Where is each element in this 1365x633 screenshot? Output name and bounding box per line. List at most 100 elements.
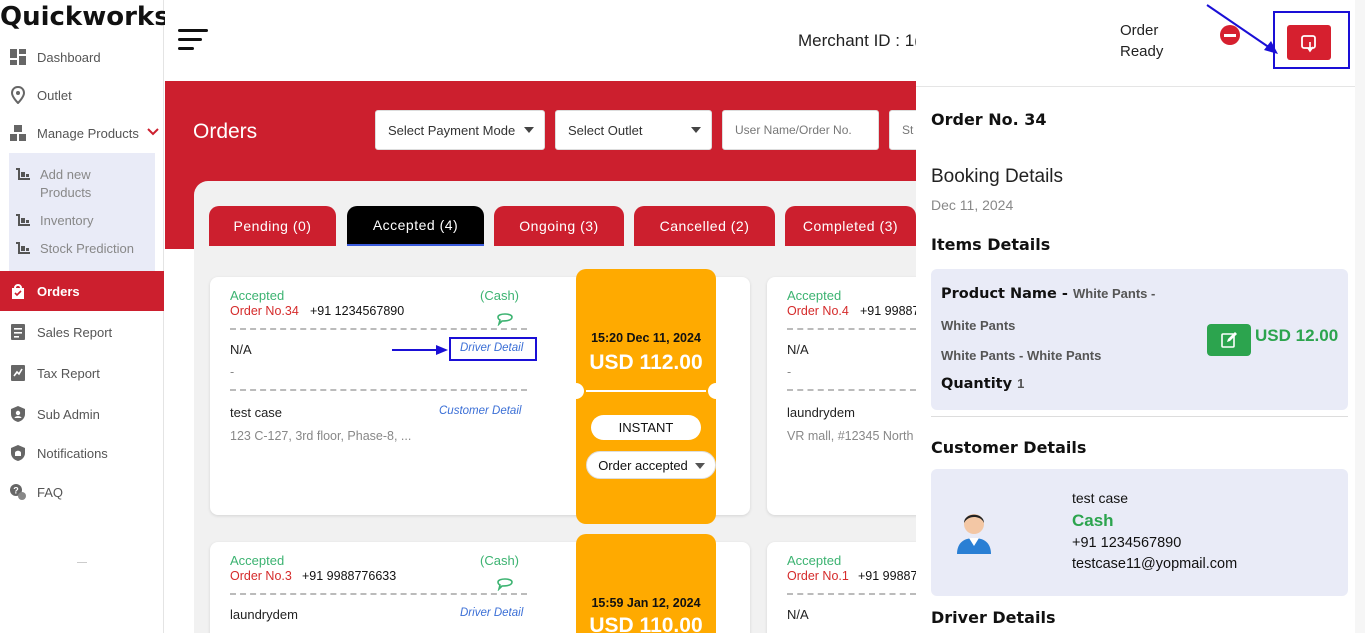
ticket-divider — [586, 390, 706, 392]
order-status: Accepted — [787, 288, 842, 303]
edit-icon — [1221, 332, 1237, 348]
page-title: Orders — [193, 120, 258, 143]
customer-card: test case Cash +91 1234567890 testcase11… — [931, 469, 1348, 596]
tab-completed[interactable]: Completed (3) — [785, 206, 916, 246]
driver-name: N/A — [787, 342, 809, 357]
driver-name: laundrydem — [230, 607, 298, 622]
sidebar-item-tax-report[interactable]: Tax Report — [0, 358, 164, 388]
sidebar-item-notifications[interactable]: Notifications — [0, 438, 164, 468]
location-pin-icon — [8, 85, 28, 105]
order-amount: USD 112.00 — [589, 351, 703, 374]
order-ready-label: Order Ready — [1120, 22, 1164, 60]
order-status: Accepted — [230, 553, 285, 568]
customer-name: test case — [230, 405, 283, 420]
sidebar-scroll-indicator — [77, 562, 87, 563]
order-number: Order No.4 — [787, 304, 849, 318]
caret-down-icon — [524, 127, 534, 133]
sidebar-item-label: Manage Products — [37, 125, 139, 141]
customer-email: testcase11@yopmail.com — [1072, 556, 1238, 572]
order-phone: +91 9988776633 — [302, 569, 397, 583]
divider — [230, 389, 527, 391]
sidebar-item-orders[interactable]: Orders — [0, 271, 164, 311]
search-input[interactable]: User Name/Order No. — [722, 110, 879, 150]
quantity-label: Quantity — [941, 376, 1013, 392]
customer-details-heading: Customer Details — [931, 438, 1087, 457]
sidebar-item-sub-admin[interactable]: Sub Admin — [0, 399, 164, 429]
sidebar-item-label: Outlet — [37, 87, 72, 103]
driver-detail-link[interactable]: Driver Detail — [460, 607, 523, 619]
order-ticket: 15:59 Jan 12, 2024 USD 110.00 — [576, 534, 716, 633]
tab-accepted[interactable]: Accepted (4) — [347, 206, 484, 246]
tab-pending[interactable]: Pending (0) — [209, 206, 336, 246]
boxes-icon — [8, 123, 28, 143]
sidebar-item-label: Dashboard — [37, 49, 101, 65]
select-value: Select Payment Mode — [388, 122, 516, 138]
submenu-item-add-new-products[interactable]: Add new Products — [15, 166, 110, 202]
app-logo: Quickworks — [0, 2, 170, 32]
items-details-heading: Items Details — [931, 235, 1051, 254]
order-status-select[interactable]: Order accepted — [586, 451, 716, 479]
status-placeholder: St — [902, 123, 914, 137]
sidebar-item-dashboard[interactable]: Dashboard — [0, 42, 164, 72]
order-detail-drawer: Order Ready Order No. 34 Booking Details… — [916, 0, 1365, 633]
submenu-label: Add new Products — [40, 167, 92, 200]
order-time: 15:59 Jan 12, 2024 — [591, 596, 701, 610]
customer-name: test case — [1072, 490, 1129, 506]
customer-detail-link[interactable]: Customer Detail — [439, 405, 521, 417]
drawer-scrollbar[interactable] — [1355, 0, 1365, 633]
ticket-notch — [568, 383, 584, 399]
order-status: Accepted — [787, 553, 842, 568]
menu-toggle-icon[interactable] — [178, 27, 210, 53]
tax-report-icon — [8, 363, 28, 383]
avatar-icon — [957, 514, 991, 554]
sidebar-item-faq[interactable]: ? FAQ — [0, 477, 164, 507]
driver-name: N/A — [787, 607, 809, 622]
order-ready-button[interactable] — [1287, 25, 1331, 60]
dashboard-icon — [8, 47, 28, 67]
app-root: Quickworks Dashboard Outlet Manage Produ… — [0, 0, 1365, 633]
drawer-order-number: Order No. 34 — [931, 110, 1047, 129]
sidebar-item-label: Orders — [37, 283, 80, 299]
manage-products-submenu: Add new Products Inventory Stock Predict… — [9, 153, 155, 271]
order-number: Order No.34 — [230, 304, 299, 318]
sidebar-item-manage-products[interactable]: Manage Products — [0, 118, 164, 148]
customer-phone: +91 1234567890 — [1072, 535, 1182, 551]
order-number: Order No.3 — [230, 569, 292, 583]
highlight-box — [449, 337, 537, 361]
outlet-select[interactable]: Select Outlet — [555, 110, 712, 150]
sidebar-item-outlet[interactable]: Outlet — [0, 80, 164, 110]
edit-item-button[interactable] — [1207, 324, 1251, 356]
submenu-item-inventory[interactable]: Inventory — [15, 212, 93, 230]
payment-mode-select[interactable]: Select Payment Mode — [375, 110, 545, 150]
tab-ongoing[interactable]: Ongoing (3) — [494, 206, 624, 246]
customer-name: laundrydem — [787, 405, 855, 420]
order-amount: USD 110.00 — [589, 614, 703, 633]
booking-date: Dec 11, 2024 — [931, 197, 1014, 213]
sidebar-item-label: Tax Report — [37, 365, 100, 381]
top-header: Merchant ID : 1( — [165, 0, 920, 81]
order-ticket: 15:20 Dec 11, 2024 USD 112.00 INSTANT Or… — [568, 269, 724, 524]
quantity-value: 1 — [1017, 376, 1025, 391]
order-phone: +91 99887 — [858, 569, 918, 583]
quantity-row: Quantity 1 — [941, 376, 1024, 392]
cart-icon — [16, 168, 30, 180]
ticket-notch — [708, 383, 724, 399]
cart-icon — [16, 214, 30, 226]
chat-icon[interactable] — [496, 575, 514, 591]
chevron-down-icon[interactable] — [146, 125, 160, 139]
divider — [787, 389, 916, 391]
caret-down-icon — [691, 127, 701, 133]
remove-icon[interactable] — [1220, 25, 1240, 45]
tap-icon — [1301, 34, 1316, 52]
payment-mode: (Cash) — [480, 288, 520, 303]
tab-cancelled[interactable]: Cancelled (2) — [634, 206, 775, 246]
customer-address: 123 C-127, 3rd floor, Phase-8, ... — [230, 429, 412, 443]
caret-down-icon — [695, 463, 705, 469]
sidebar-item-sales-report[interactable]: Sales Report — [0, 317, 164, 347]
submenu-item-stock-prediction[interactable]: Stock Prediction — [15, 240, 134, 258]
order-phone: +91 1234567890 — [310, 304, 405, 318]
divider — [787, 328, 916, 330]
chat-icon[interactable] — [496, 310, 514, 326]
payment-mode: (Cash) — [480, 553, 520, 568]
item-price: USD 12.00 — [1255, 326, 1339, 345]
